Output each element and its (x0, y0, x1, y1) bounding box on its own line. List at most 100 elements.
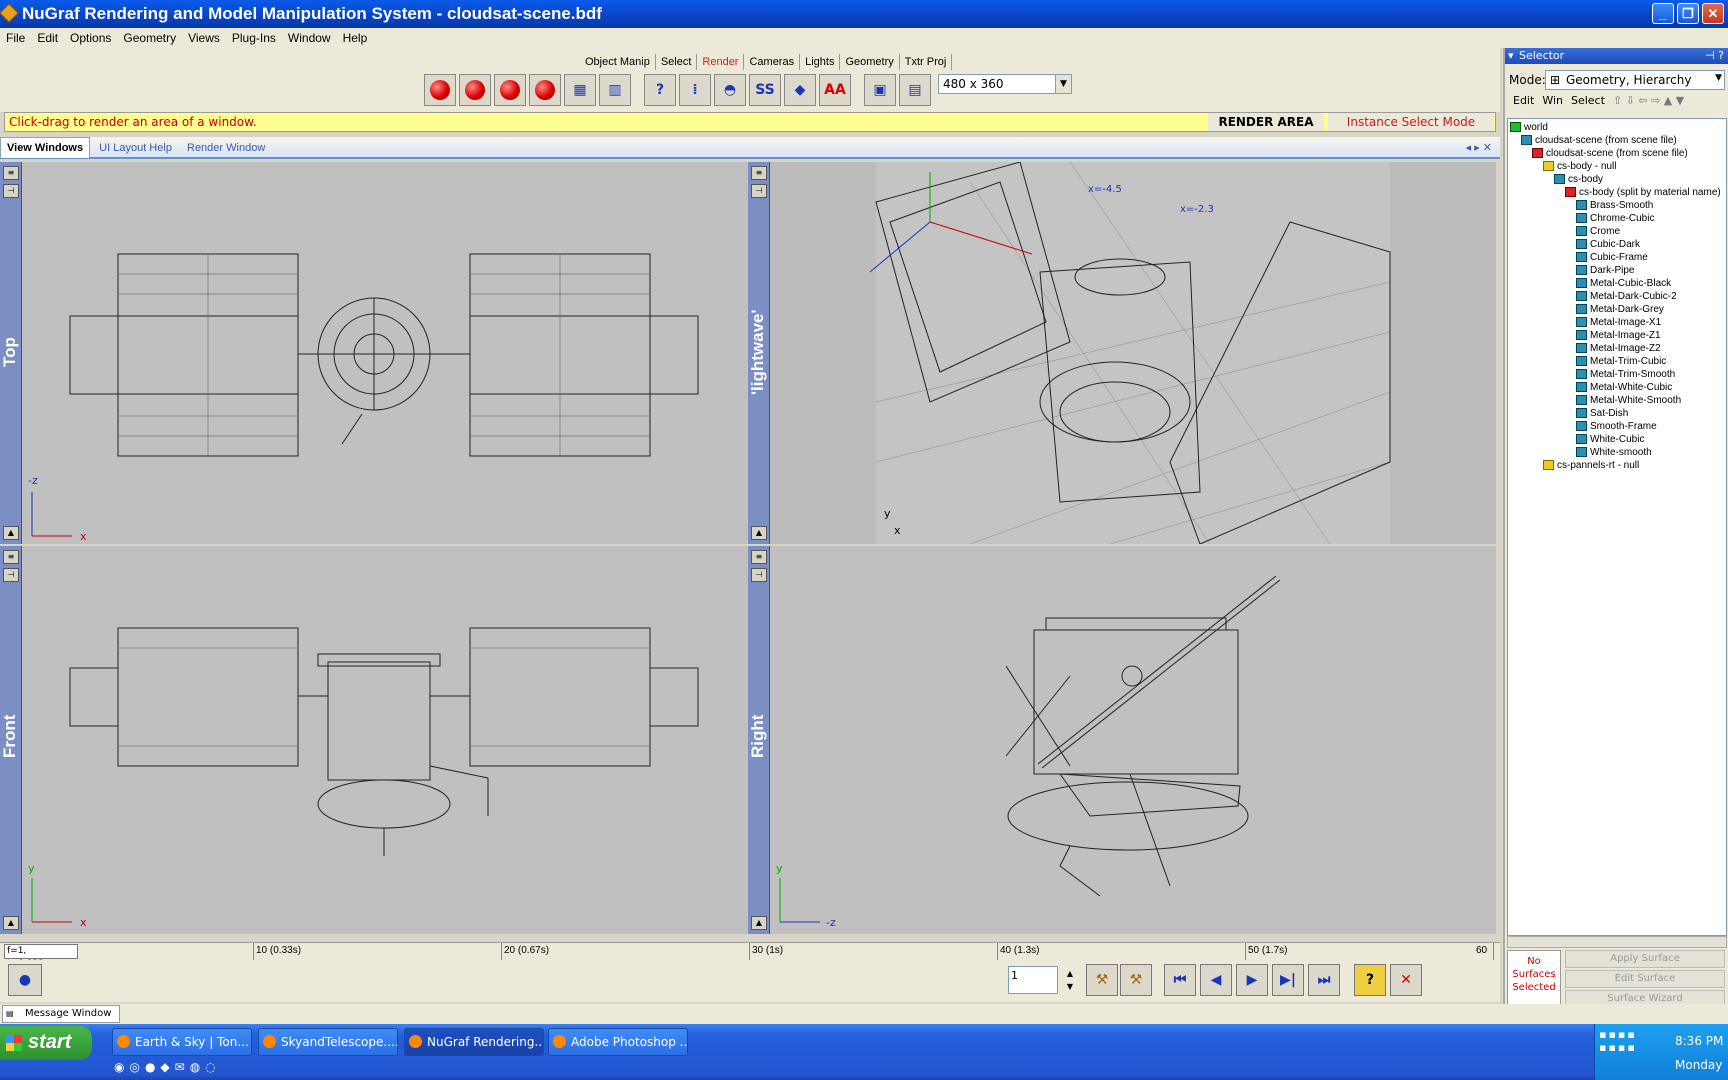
pin-icon[interactable]: ⊣ (751, 184, 767, 198)
maximize-viewport-icon[interactable]: ▲ (751, 916, 767, 930)
tray-icons[interactable]: ▪▪▪▪ ▪▪▪▪ (1599, 1028, 1637, 1054)
viewport-top[interactable]: -z x (22, 162, 748, 544)
viewport-menu-icon[interactable]: ≡ (751, 166, 767, 180)
last-frame-button[interactable]: ⏭ (1308, 964, 1340, 996)
pin-icon[interactable]: ⊣ (751, 568, 767, 582)
play-button[interactable]: ▶ (1236, 964, 1268, 996)
collapse-icon[interactable]: ▾ (1508, 48, 1514, 63)
tree-item[interactable]: Cubic-Dark (1576, 238, 1640, 251)
frame-stepper[interactable]: ▲ ▼ (1067, 967, 1073, 993)
antialias-off-button[interactable]: AA (819, 74, 851, 106)
help-icon[interactable]: ⊣ ? (1705, 48, 1724, 63)
tree-item[interactable]: Chrome-Cubic (1576, 212, 1654, 225)
tab-txtr-proj[interactable]: Txtr Proj (900, 54, 953, 70)
tree-item[interactable]: world (1510, 121, 1548, 134)
tab-render-window[interactable]: Render Window (181, 138, 271, 158)
prev-frame-button[interactable]: ◀ (1200, 964, 1232, 996)
quick-launch-icons[interactable]: ◉◎●◆✉◍◌ (114, 1060, 221, 1074)
save-image-button[interactable]: ▣ (864, 74, 896, 106)
chevron-down-icon[interactable]: ▼ (1715, 73, 1722, 83)
print-button[interactable]: ▤ (899, 74, 931, 106)
close-icon[interactable]: ◂ ▸ ✕ (1462, 137, 1496, 158)
tree-item[interactable]: Metal-Dark-Cubic-2 (1576, 290, 1677, 303)
pin-icon[interactable]: ⊣ (3, 184, 19, 198)
first-frame-button[interactable]: ⏮ (1164, 964, 1196, 996)
viewport-perspective[interactable]: x=-4.5 x=-2.3 y x (770, 162, 1496, 544)
menu-options[interactable]: Options (64, 28, 117, 48)
tree-item[interactable]: cloudsat-scene (from scene file) (1521, 134, 1677, 147)
tab-select[interactable]: Select (656, 54, 698, 70)
key-options-icon[interactable]: ✕ (1390, 964, 1422, 996)
tree-item[interactable]: Metal-Image-Z1 (1576, 329, 1661, 342)
tab-geometry[interactable]: Geometry (840, 54, 900, 70)
menu-window[interactable]: Window (282, 28, 337, 48)
render-help-button[interactable]: ? (644, 74, 676, 106)
menu-edit[interactable]: Edit (31, 28, 64, 48)
tab-view-windows[interactable]: View Windows (0, 137, 91, 158)
tree-item[interactable]: Metal-Trim-Cubic (1576, 355, 1666, 368)
selector-select-menu[interactable]: Select (1571, 94, 1605, 107)
scene-icon[interactable]: ● (8, 964, 42, 996)
menu-plug-ins[interactable]: Plug-Ins (226, 28, 282, 48)
render-options-button[interactable]: ⁞ (679, 74, 711, 106)
menu-file[interactable]: File (0, 28, 31, 48)
tree-item[interactable]: Metal-White-Smooth (1576, 394, 1681, 407)
close-button[interactable]: ✕ (1702, 3, 1724, 24)
tab-ui-layout-help[interactable]: UI Layout Help (93, 138, 178, 158)
taskbar-button[interactable]: SkyandTelescope.... (258, 1028, 398, 1056)
viewport-menu-icon[interactable]: ≡ (3, 166, 19, 180)
viewport-right[interactable]: y -z (770, 546, 1496, 934)
tree-item[interactable]: cs-body - null (1543, 160, 1616, 173)
tree-item[interactable]: cs-pannels-rt - null (1543, 459, 1639, 472)
tree-item[interactable]: Metal-Trim-Smooth (1576, 368, 1675, 381)
maximize-viewport-icon[interactable]: ▲ (751, 526, 767, 540)
instance-select-mode[interactable]: Instance Select Mode (1328, 113, 1494, 131)
maximize-button[interactable]: ❐ (1677, 3, 1699, 24)
render-stats-button[interactable]: ▥ (599, 74, 631, 106)
apply-surface-button[interactable]: Apply Surface (1565, 950, 1725, 968)
viewport-front[interactable]: y x (22, 546, 748, 934)
mode-select[interactable]: ⊞ Geometry, Hierarchy ▼ (1545, 70, 1725, 90)
menu-help[interactable]: Help (337, 28, 374, 48)
render-to-file-button[interactable] (529, 74, 561, 106)
tab-render[interactable]: Render (697, 54, 745, 70)
tree-item[interactable]: cs-body (split by material name) (1565, 186, 1721, 199)
selector-edit-menu[interactable]: Edit (1513, 94, 1534, 107)
texture-button[interactable]: ◆ (784, 74, 816, 106)
maximize-viewport-icon[interactable]: ▲ (3, 526, 19, 540)
tree-hscrollbar[interactable] (1507, 936, 1727, 948)
timeline[interactable]: f=1, t=0.033sec 10 (0.33s) 20 (0.67s) 30 (… (0, 942, 1500, 969)
nav-arrows-icon[interactable]: ⇧ ⇩ ⇦ ⇨ ▲ ▼ (1613, 94, 1684, 107)
tree-item[interactable]: Cubic-Frame (1576, 251, 1648, 264)
tree-item[interactable]: cloudsat-scene (from scene file) (1532, 147, 1688, 160)
start-button[interactable]: start (0, 1026, 92, 1060)
taskbar-button[interactable]: Adobe Photoshop ... (548, 1028, 688, 1056)
menu-views[interactable]: Views (182, 28, 226, 48)
tab-object-manip[interactable]: Object Manip (580, 54, 656, 70)
tree-item[interactable]: White-smooth (1576, 446, 1652, 459)
tree-item[interactable]: Brass-Smooth (1576, 199, 1653, 212)
minimize-button[interactable]: _ (1652, 3, 1674, 24)
render-sequence-button[interactable]: ▦ (564, 74, 596, 106)
ss-button[interactable]: SS (749, 74, 781, 106)
tree-item[interactable]: Metal-Image-X1 (1576, 316, 1661, 329)
viewport-menu-icon[interactable]: ≡ (3, 550, 19, 564)
edit-surface-button[interactable]: Edit Surface (1565, 970, 1725, 988)
tree-item[interactable]: Dark-Pipe (1576, 264, 1634, 277)
tree-item[interactable]: Sat-Dish (1576, 407, 1628, 420)
render-selection-button[interactable] (494, 74, 526, 106)
tab-lights[interactable]: Lights (800, 54, 841, 70)
zbuffer-button[interactable]: ◓ (714, 74, 746, 106)
help-icon[interactable]: ? (1354, 964, 1386, 996)
set-key-button[interactable]: ⚒ (1086, 964, 1118, 996)
tree-item[interactable]: Metal-Cubic-Black (1576, 277, 1671, 290)
chevron-down-icon[interactable]: ▼ (1055, 75, 1071, 93)
tree-item[interactable]: cs-body (1554, 173, 1603, 186)
tab-cameras[interactable]: Cameras (744, 54, 801, 70)
delete-key-button[interactable]: ⚒ (1120, 964, 1152, 996)
tree-item[interactable]: Metal-White-Cubic (1576, 381, 1672, 394)
viewport-menu-icon[interactable]: ≡ (751, 550, 767, 564)
selector-win-menu[interactable]: Win (1542, 94, 1563, 107)
tree-item[interactable]: White-Cubic (1576, 433, 1644, 446)
menu-geometry[interactable]: Geometry (117, 28, 182, 48)
